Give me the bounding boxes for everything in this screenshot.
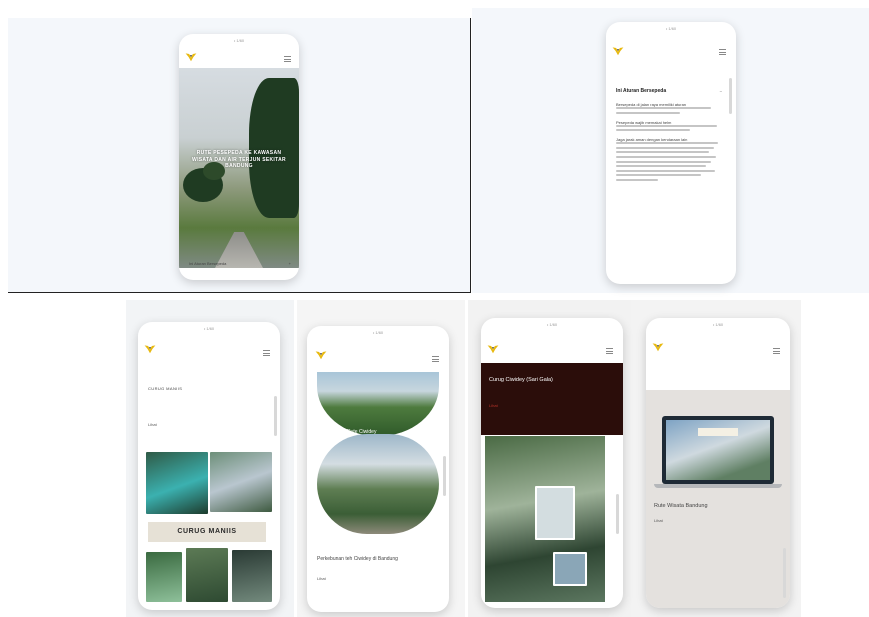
collage-banner: CURUG MANIIS [148, 522, 266, 542]
dark-header: Curug Ciwidey (Sari Gala) Lihat [481, 363, 623, 435]
phone-hero: • 1/60 RUTE PESEPEDA KE KAWASAN WISATA D… [179, 34, 299, 280]
content-area: Rute Wisata Bandung Lihat [646, 390, 790, 608]
minus-icon: – [719, 88, 722, 93]
phone-curug: • 1/60 CURUG MANIIS Lihat CURUG MANIIS [138, 322, 280, 610]
menu-icon[interactable] [263, 350, 270, 356]
accordion-heading: Ini Aturan Bersepeda [616, 88, 667, 94]
status-bar: • 1/60 [712, 322, 724, 327]
status-bar: • 1/60 [372, 330, 384, 335]
view-link[interactable]: Lihat [489, 403, 498, 408]
paragraph-2: Pesepeda wajib memakai helm [616, 119, 672, 125]
status-bar: • 1/60 [665, 26, 677, 31]
status-bar: • 1/60 [546, 322, 558, 327]
status-bar: • 1/60 [233, 38, 245, 43]
menu-icon[interactable] [284, 56, 291, 62]
accordion-label: Ini Aturan Bersepeda [189, 261, 227, 266]
hero-image: RUTE PESEPEDA KE KAWASAN WISATA DAN AIR … [179, 68, 299, 268]
status-bar: • 1/60 [203, 326, 215, 331]
menu-icon[interactable] [719, 49, 726, 55]
view-link[interactable]: Lihat [317, 576, 326, 581]
laptop-base [654, 484, 782, 488]
laptop-screen [662, 416, 774, 484]
waterfall-collage [485, 436, 605, 602]
photo-subtitle: Rute Ciwidey [347, 429, 377, 435]
caption: Rute Wisata Bandung [654, 503, 708, 509]
logo-icon[interactable] [185, 52, 197, 62]
menu-icon[interactable] [432, 356, 439, 362]
view-link[interactable]: Lihat [654, 518, 663, 523]
logo-icon[interactable] [652, 342, 664, 352]
logo-icon[interactable] [315, 350, 327, 360]
phone-air-terjun: • 1/60 Curug Ciwidey (Sari Gala) Lihat [481, 318, 623, 608]
scrollbar[interactable] [783, 548, 786, 598]
section-heading: CURUG MANIIS [148, 386, 183, 391]
photo-oval-top [317, 372, 439, 436]
accordion-row[interactable]: Ini Aturan Bersepeda + [189, 261, 291, 266]
logo-icon[interactable] [612, 46, 624, 56]
plus-icon: + [288, 261, 291, 266]
photo-oval-bottom [317, 434, 439, 534]
phone-laptop: • 1/60 Rute Wisata Bandung Lihat [646, 318, 790, 608]
logo-icon[interactable] [144, 344, 156, 354]
photo-collage: CURUG MANIIS [146, 442, 272, 604]
caption: Perkebunan teh Ciwidey di Bandung [317, 556, 398, 562]
scrollbar[interactable] [274, 396, 277, 436]
phone-article: • 1/60 Ini Aturan Bersepeda – Bersepeda … [606, 22, 736, 284]
phone-kebun-teh: • 1/60 Rute Ciwidey Perkebunan teh Ciwid… [307, 326, 449, 612]
accordion-header[interactable]: Ini Aturan Bersepeda – [616, 88, 722, 94]
hero-title: RUTE PESEPEDA KE KAWASAN WISATA DAN AIR … [192, 150, 286, 169]
scrollbar[interactable] [616, 494, 619, 534]
view-link[interactable]: Lihat [148, 422, 157, 427]
header-title: Curug Ciwidey (Sari Gala) [489, 377, 553, 383]
scrollbar[interactable] [729, 78, 732, 114]
menu-icon[interactable] [773, 348, 780, 354]
scrollbar[interactable] [443, 456, 446, 496]
logo-icon[interactable] [487, 344, 499, 354]
article-body: Bersepeda di jalan raya memiliki aturan … [616, 102, 722, 184]
menu-icon[interactable] [606, 348, 613, 354]
